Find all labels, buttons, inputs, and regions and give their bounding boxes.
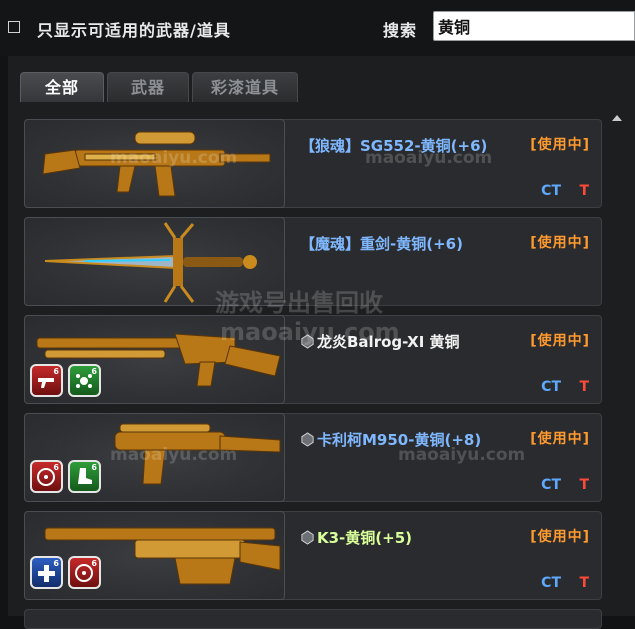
badge-level: 6 — [91, 367, 97, 376]
filter-checkbox-label[interactable]: 只显示可适用的武器/道具 — [37, 17, 231, 41]
item-status: [使用中] — [530, 235, 590, 251]
item-thumbnail — [24, 119, 285, 208]
list-item-sg552[interactable]: 【狼魂】SG552-黄铜(+6) [使用中] CT T — [24, 119, 602, 208]
machinegun-k3-icon — [44, 527, 281, 585]
sword-icon — [44, 222, 257, 303]
item-thumbnail: 6 6 — [24, 511, 285, 600]
buff-badge-red: 6 — [30, 364, 63, 397]
item-name: 龙炎Balrog-XI 黄铜 — [317, 333, 460, 351]
t-tag: T — [579, 183, 589, 199]
item-status: [使用中] — [530, 137, 590, 153]
buff-badge-blue: 6 — [30, 556, 63, 589]
list-item-k3[interactable]: 6 6 K3-黄铜(+5) [使用中] CT T — [24, 511, 602, 600]
item-thumbnail — [24, 217, 285, 306]
ct-tag: CT — [541, 575, 561, 591]
tab-all[interactable]: 全部 — [20, 72, 104, 102]
list-item-balrog[interactable]: 6 6 龙炎Balrog-XI 黄铜 [使用中] CT T — [24, 315, 602, 404]
item-name-row: 卡利柯M950-黄铜(+8) — [300, 429, 481, 450]
item-name: 卡利柯M950-黄铜(+8) — [317, 431, 482, 449]
rifle-sg552-icon — [42, 131, 271, 197]
buff-badge-red: 6 — [30, 460, 63, 493]
filter-checkbox[interactable] — [8, 21, 20, 33]
item-name-row: K3-黄铜(+5) — [300, 527, 412, 548]
item-status: [使用中] — [530, 333, 590, 349]
item-name: K3-黄铜(+5) — [317, 529, 413, 547]
search-label: 搜索 — [383, 21, 418, 40]
scroll-up-arrow-icon[interactable] — [612, 115, 622, 121]
item-name: 【狼魂】SG552-黄铜(+6) — [300, 137, 488, 155]
item-name: 【魔魂】重剑-黄铜(+6) — [300, 235, 463, 253]
item-name-row: 龙炎Balrog-XI 黄铜 — [300, 331, 460, 352]
buff-badge-green: 6 — [68, 364, 101, 397]
t-tag: T — [579, 379, 589, 395]
tab-weapons[interactable]: 武器 — [107, 72, 189, 102]
buff-badge-green: 6 — [68, 460, 101, 493]
badge-level: 6 — [91, 559, 97, 568]
list-item-partial[interactable] — [24, 609, 602, 629]
ct-tag: CT — [541, 379, 561, 395]
badge-level: 6 — [53, 559, 59, 568]
gem-icon — [301, 432, 314, 447]
item-status: [使用中] — [530, 431, 590, 447]
t-tag: T — [579, 575, 589, 591]
badge-level: 6 — [53, 367, 59, 376]
buff-badge-red: 6 — [68, 556, 101, 589]
badge-level: 6 — [91, 463, 97, 472]
list-scrollbar[interactable] — [612, 115, 624, 615]
search-input[interactable] — [433, 11, 635, 41]
shotgun-balrog-icon — [36, 333, 281, 387]
t-tag: T — [579, 477, 589, 493]
ct-tag: CT — [541, 183, 561, 199]
tab-paint-items[interactable]: 彩漆道具 — [192, 72, 298, 102]
item-list: 【狼魂】SG552-黄铜(+6) [使用中] CT T 【魔魂】重剑-黄铜(+6… — [20, 101, 610, 629]
gem-icon — [301, 334, 314, 349]
gem-icon — [301, 530, 314, 545]
item-thumbnail: 6 6 — [24, 315, 285, 404]
ct-tag: CT — [541, 477, 561, 493]
badge-level: 6 — [53, 463, 59, 472]
list-item-m950[interactable]: 6 6 卡利柯M950-黄铜(+8) [使用中] CT T — [24, 413, 602, 502]
top-bar: 只显示可适用的武器/道具 搜索 — [0, 0, 635, 56]
item-status: [使用中] — [530, 529, 590, 545]
smg-m950-icon — [114, 423, 281, 485]
list-item-greatsword[interactable]: 【魔魂】重剑-黄铜(+6) [使用中] — [24, 217, 602, 306]
item-thumbnail: 6 6 — [24, 413, 285, 502]
